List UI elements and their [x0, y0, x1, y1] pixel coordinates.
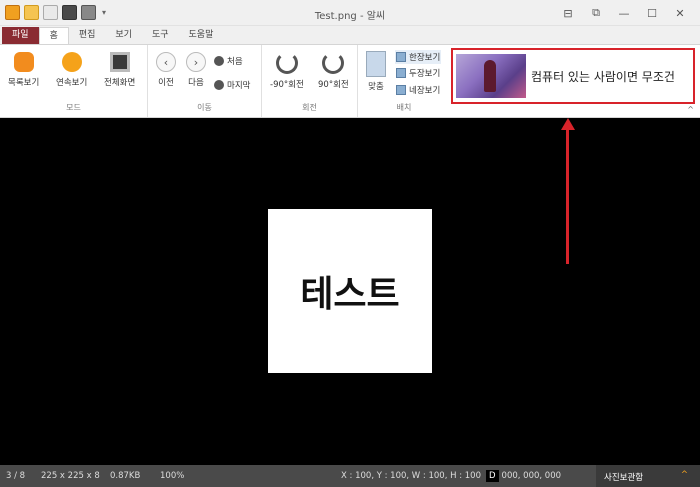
tab-view[interactable]: 보기 [105, 27, 142, 44]
single-view-icon [396, 52, 406, 62]
rotate-left-label: -90°회전 [270, 80, 304, 90]
next-label: 다음 [188, 78, 204, 88]
zoom-level: 100% [160, 471, 185, 481]
slideshow-button[interactable]: 연속보기 [56, 52, 87, 88]
prev-button[interactable]: ‹ 이전 [156, 52, 176, 88]
displayed-image: 테스트 [268, 209, 432, 373]
play-icon [61, 52, 82, 72]
last-icon [214, 80, 224, 90]
list-view-label: 목록보기 [8, 78, 40, 88]
rotate-right-button[interactable]: 90°회전 [318, 52, 349, 90]
pin-icon[interactable]: ⧉ [582, 5, 610, 21]
ad-figure [484, 60, 496, 92]
last-label: 마지막 [227, 81, 251, 91]
rotate-left-button[interactable]: -90°회전 [270, 52, 304, 90]
group-move-label: 이동 [197, 103, 212, 112]
group-mode-label: 모드 [66, 103, 81, 112]
maximize-button[interactable]: ☐ [638, 5, 666, 21]
quad-view-button[interactable]: 네장보기 [396, 84, 440, 96]
rotate-right-icon [322, 52, 345, 74]
first-label: 처음 [227, 57, 243, 67]
color-readout: D 000, 000, 000 [486, 470, 561, 482]
title-bar: ▾ Test.png - 알씨 ⊟ ⧉ — ☐ ✕ [0, 0, 700, 26]
color-label: D [486, 470, 499, 482]
image-dimensions: 225 x 225 x 8 [41, 471, 100, 481]
collapse-ribbon-icon[interactable]: ^ [687, 105, 694, 114]
tab-home[interactable]: 홈 [38, 27, 69, 44]
quad-view-label: 네장보기 [409, 86, 441, 96]
group-arrange: 맞춤 한장보기 두장보기 네장보기 배치 [358, 45, 450, 117]
tab-edit[interactable]: 편집 [69, 27, 106, 44]
double-view-label: 두장보기 [409, 69, 441, 79]
single-view-button[interactable]: 한장보기 [395, 50, 442, 64]
restore-icon[interactable]: ⊟ [554, 5, 582, 21]
chevron-right-icon: › [186, 52, 206, 72]
fit-button[interactable]: 맞춤 [366, 51, 386, 92]
first-button[interactable]: 처음 [214, 55, 243, 67]
double-view-icon [396, 68, 406, 78]
file-size: 0.87KB [110, 471, 141, 481]
slideshow-label: 연속보기 [56, 78, 88, 88]
quad-view-icon [396, 85, 406, 95]
fit-label: 맞춤 [368, 82, 384, 92]
prev-label: 이전 [158, 78, 174, 88]
fullscreen-button[interactable]: 전체화면 [104, 52, 135, 88]
fullscreen-icon [109, 52, 130, 72]
close-button[interactable]: ✕ [666, 5, 694, 21]
page-indicator: 3 / 8 [6, 471, 26, 481]
minimize-button[interactable]: — [610, 5, 638, 21]
chevron-up-icon: ^ [680, 470, 688, 480]
single-view-label: 한장보기 [409, 53, 441, 63]
group-rotate-label: 회전 [302, 103, 317, 112]
tab-file[interactable]: 파일 [2, 27, 39, 44]
fullscreen-label: 전체화면 [104, 78, 136, 88]
image-text: 테스트 [300, 274, 400, 315]
first-icon [214, 56, 224, 66]
ad-text: 컴퓨터 있는 사람이면 무조건 [531, 69, 675, 84]
list-view-button[interactable]: 목록보기 [8, 52, 39, 88]
photo-library-label: 사진보관함 [604, 473, 644, 483]
rotate-right-label: 90°회전 [318, 80, 349, 90]
ad-image [456, 54, 526, 98]
ad-banner[interactable]: 컴퓨터 있는 사람이면 무조건 [451, 48, 695, 104]
group-mode: 목록보기 연속보기 전체화면 모드 [0, 45, 148, 117]
list-view-icon [13, 52, 34, 72]
annotation-arrow-line [566, 128, 569, 264]
ribbon-tabs: 파일 홈 편집 보기 도구 도움말 [0, 26, 700, 44]
photo-library-button[interactable]: 사진보관함 ^ [596, 465, 700, 487]
group-rotate: -90°회전 90°회전 회전 [262, 45, 358, 117]
double-view-button[interactable]: 두장보기 [396, 67, 440, 79]
chevron-left-icon: ‹ [156, 52, 176, 72]
group-move: ‹ 이전 › 다음 처음 마지막 이동 [148, 45, 262, 117]
last-button[interactable]: 마지막 [214, 79, 250, 91]
rotate-left-icon [275, 52, 298, 74]
tab-help[interactable]: 도움말 [179, 27, 224, 44]
image-canvas[interactable]: 테스트 [0, 118, 700, 465]
status-bar: 3 / 8 225 x 225 x 8 0.87KB 100% X : 100,… [0, 465, 700, 487]
group-arrange-label: 배치 [396, 103, 412, 112]
fit-icon [366, 51, 386, 77]
color-value: 000, 000, 000 [501, 471, 562, 481]
window-controls: ⊟ ⧉ — ☐ ✕ [554, 5, 694, 21]
tab-tools[interactable]: 도구 [142, 27, 179, 44]
next-button[interactable]: › 다음 [186, 52, 206, 88]
cursor-coords: X : 100, Y : 100, W : 100, H : 100 [341, 471, 481, 481]
